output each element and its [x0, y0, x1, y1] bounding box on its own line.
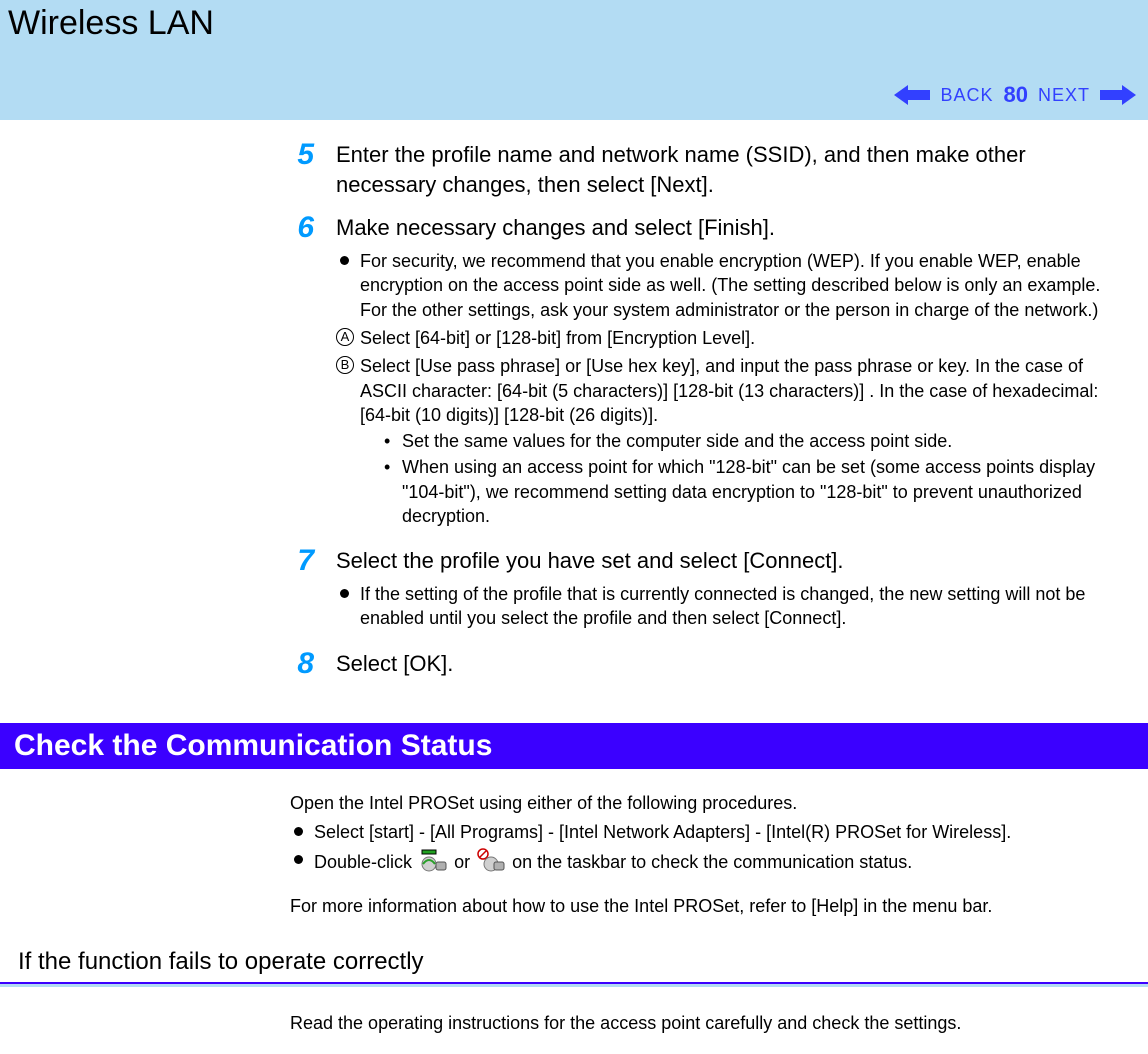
divider — [0, 982, 1148, 987]
subsection-title: If the function fails to operate correct… — [0, 920, 1148, 982]
step-text: Select [OK]. — [336, 649, 1130, 679]
circled-a-icon: A — [336, 328, 354, 346]
step-number: 7 — [290, 546, 314, 576]
step-text: Select the profile you have set and sele… — [336, 546, 1130, 576]
step-7: 7 Select the profile you have set and se… — [290, 546, 1130, 634]
arrow-next-icon[interactable] — [1100, 83, 1136, 107]
circled-item-b: B Select [Use pass phrase] or [Use hex k… — [336, 354, 1130, 528]
step-8: 8 Select [OK]. — [290, 649, 1130, 679]
section-body: Open the Intel PROSet using either of th… — [0, 791, 1148, 920]
step-5: 5 Enter the profile name and network nam… — [290, 140, 1130, 199]
wireless-disconnected-icon — [477, 848, 505, 878]
sub-bullet: When using an access point for which "12… — [384, 455, 1130, 528]
step-number: 8 — [290, 649, 314, 679]
wireless-connected-icon — [419, 848, 447, 878]
page-number: 80 — [1004, 82, 1028, 108]
step-number: 5 — [290, 140, 314, 170]
bullet-item: Select [start] - [All Programs] - [Intel… — [290, 820, 1130, 844]
bullet-b-mid: or — [454, 852, 475, 872]
step-text: Enter the profile name and network name … — [336, 140, 1130, 199]
back-link[interactable]: BACK — [940, 85, 993, 106]
sub-bullet: Set the same values for the computer sid… — [384, 429, 1130, 453]
circled-b-text: Select [Use pass phrase] or [Use hex key… — [360, 356, 1098, 425]
main-content: 5 Enter the profile name and network nam… — [0, 120, 1148, 713]
arrow-back-icon[interactable] — [894, 83, 930, 107]
bullet-item: If the setting of the profile that is cu… — [336, 582, 1130, 631]
nav-bar: BACK 80 NEXT — [894, 82, 1136, 108]
section-banner: Check the Communication Status — [0, 723, 1148, 769]
circled-item-a: A Select [64-bit] or [128-bit] from [Enc… — [336, 326, 1130, 350]
header-band: Wireless LAN BACK 80 NEXT — [0, 0, 1148, 120]
circled-a-text: Select [64-bit] or [128-bit] from [Encry… — [360, 328, 755, 348]
circled-b-icon: B — [336, 356, 354, 374]
section-intro: Open the Intel PROSet using either of th… — [290, 791, 1130, 816]
bullet-b-post: on the taskbar to check the communicatio… — [512, 852, 912, 872]
step-text: Make necessary changes and select [Finis… — [336, 213, 1130, 243]
section-more-info: For more information about how to use th… — [290, 894, 1130, 919]
step-6: 6 Make necessary changes and select [Fin… — [290, 213, 1130, 532]
bullet-item: For security, we recommend that you enab… — [336, 249, 1130, 322]
page-title: Wireless LAN — [0, 0, 1148, 43]
bullet-item: Double-click or on the taskbar t — [290, 848, 1130, 878]
subsection-body: Read the operating instructions for the … — [0, 1011, 1148, 1036]
next-link[interactable]: NEXT — [1038, 85, 1090, 106]
step-number: 6 — [290, 213, 314, 243]
subsection-text: Read the operating instructions for the … — [290, 1011, 1130, 1036]
bullet-b-pre: Double-click — [314, 852, 417, 872]
